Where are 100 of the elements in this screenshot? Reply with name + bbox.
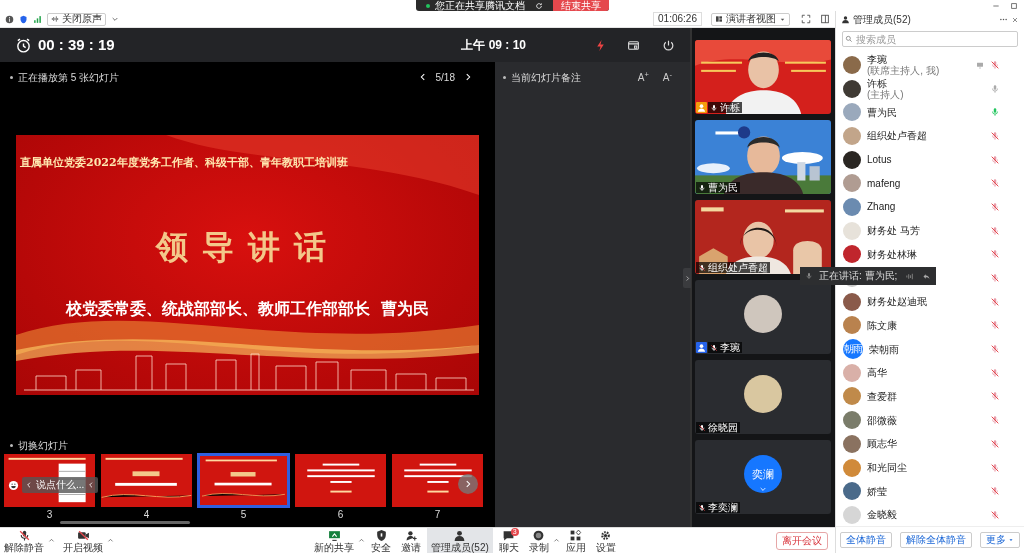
toolbar-button[interactable]: 录制 bbox=[524, 527, 553, 553]
share-status: 您正在共享腾讯文档 bbox=[434, 0, 525, 11]
record-icon bbox=[532, 528, 546, 542]
chevron-down-icon[interactable] bbox=[759, 485, 767, 493]
member-row[interactable]: 顾志华 bbox=[836, 432, 1024, 456]
shield-icon[interactable] bbox=[19, 14, 28, 24]
muted-mic-icon[interactable] bbox=[698, 263, 706, 272]
caret-icon[interactable] bbox=[358, 537, 365, 544]
chevron-left-icon[interactable] bbox=[25, 481, 33, 489]
member-row[interactable]: Lotus bbox=[836, 147, 1024, 172]
dropdown-caret-icon[interactable] bbox=[111, 15, 119, 23]
muted-mic-icon bbox=[17, 528, 31, 542]
toolbar-button[interactable]: 设置 bbox=[591, 527, 620, 553]
member-row[interactable]: 朝雨 荣朝雨 bbox=[836, 337, 1024, 361]
chat-icon bbox=[502, 528, 516, 542]
settings-icon bbox=[599, 528, 613, 542]
member-row[interactable]: 财务处赵迪珉 bbox=[836, 289, 1024, 314]
member-row[interactable]: mafeng bbox=[836, 171, 1024, 196]
muted-mic-icon[interactable] bbox=[698, 503, 706, 512]
member-row[interactable]: 组织处卢香超 bbox=[836, 124, 1024, 148]
slide-thumbnail[interactable] bbox=[294, 453, 387, 508]
slide-thumbnail[interactable] bbox=[100, 453, 193, 508]
member-row[interactable]: 和光同尘 bbox=[836, 455, 1024, 480]
view-mode-dropdown[interactable]: 演讲者视图 bbox=[711, 12, 790, 26]
member-name: 高华 bbox=[867, 367, 888, 379]
toolbar-button[interactable]: 解除静音 bbox=[0, 527, 48, 553]
font-decrease-button[interactable]: A$^{-}$ bbox=[662, 69, 672, 85]
chevron-right-icon[interactable] bbox=[463, 479, 473, 489]
chat-input[interactable]: 说点什么... bbox=[22, 477, 99, 493]
avatar bbox=[843, 174, 861, 193]
slide-thumbnail[interactable] bbox=[197, 453, 290, 508]
member-row[interactable]: 金晓毅 bbox=[836, 503, 1024, 526]
info-icon[interactable] bbox=[5, 14, 14, 24]
avatar bbox=[843, 434, 861, 453]
toolbar-button[interactable]: 邀请 bbox=[397, 527, 425, 553]
slide-header: 直属单位党委2022年度党务工作者、科级干部、青年教职工培训班 bbox=[20, 154, 348, 171]
muted-mic-icon[interactable] bbox=[698, 423, 706, 432]
toolbar-button[interactable]: 新的共享 bbox=[310, 527, 358, 553]
slide-number: 3 bbox=[46, 508, 53, 522]
member-row[interactable]: 李琬 (联席主持人, 我) bbox=[836, 53, 1024, 77]
slide-number: 7 bbox=[434, 508, 441, 522]
toolbar-button[interactable]: 开启视频 bbox=[59, 527, 107, 553]
next-slide-icon[interactable] bbox=[463, 72, 473, 82]
member-action-button[interactable]: 解除全体静音 bbox=[900, 532, 972, 548]
slide-subtitle: 校党委常委、统战部部长、教师工作部部长 曹为民 bbox=[64, 297, 431, 320]
member-row[interactable]: 许栎 (主持人) bbox=[836, 76, 1024, 101]
caret-icon[interactable] bbox=[48, 537, 55, 544]
slide-number: 6 bbox=[337, 508, 344, 522]
mic-icon[interactable] bbox=[698, 183, 706, 192]
member-name: 顾志华 bbox=[867, 438, 898, 450]
avatar bbox=[843, 150, 861, 169]
member-row[interactable]: 财务处 马芳 bbox=[836, 218, 1024, 243]
camera-off-icon bbox=[76, 528, 90, 542]
caret-icon[interactable] bbox=[552, 537, 560, 544]
slide-thumbnail[interactable] bbox=[391, 453, 484, 508]
layout-icon bbox=[715, 15, 723, 23]
toolbar-button[interactable]: 管理成员(52) bbox=[427, 527, 493, 553]
notes-label: 当前幻灯片备注 bbox=[511, 70, 581, 85]
font-increase-button[interactable]: A$^{+}$ bbox=[637, 69, 649, 85]
collapse-handle[interactable] bbox=[683, 268, 691, 288]
member-row[interactable]: 财务处林琳 bbox=[836, 242, 1024, 267]
emoji-icon[interactable] bbox=[8, 479, 19, 491]
member-row[interactable]: 高华 bbox=[836, 360, 1024, 385]
participant-label: 徐晓园 bbox=[696, 422, 740, 433]
slide-number: 4 bbox=[143, 508, 150, 522]
slide-counter: 5/18 bbox=[435, 70, 455, 85]
clock-time: 上午 09 : 10 bbox=[461, 37, 526, 54]
caret-icon[interactable] bbox=[107, 537, 114, 544]
member-name: 陈文康 bbox=[867, 319, 898, 331]
stop-sharing-button[interactable]: 结束共享 bbox=[552, 0, 609, 11]
avatar bbox=[744, 295, 782, 333]
member-row[interactable]: 曹为民 bbox=[836, 100, 1024, 125]
member-row[interactable]: 陈文康 bbox=[836, 313, 1024, 338]
avatar bbox=[843, 363, 861, 382]
member-name: 荣朝雨 bbox=[869, 343, 900, 355]
mic-icon[interactable] bbox=[710, 103, 718, 112]
person-icon bbox=[453, 528, 467, 542]
member-row[interactable]: Zhang bbox=[836, 195, 1024, 219]
member-row[interactable]: 邵微薇 bbox=[836, 408, 1024, 432]
member-action-button[interactable]: 全体静音 bbox=[840, 532, 892, 548]
audio-option-dropdown[interactable]: 关闭原声 bbox=[47, 12, 106, 26]
muted-mic-icon[interactable] bbox=[710, 343, 718, 352]
scrollbar[interactable] bbox=[60, 521, 190, 524]
leave-meeting-button[interactable]: 离开会议 bbox=[776, 531, 828, 550]
member-row[interactable]: 娇莹 bbox=[836, 479, 1024, 504]
member-row[interactable]: 查爱群 bbox=[836, 384, 1024, 409]
toolbar-button[interactable]: 安全 bbox=[367, 527, 395, 553]
close-icon[interactable] bbox=[1011, 15, 1019, 24]
more-dropdown[interactable]: 更多 bbox=[980, 532, 1020, 548]
refresh-icon[interactable] bbox=[534, 1, 543, 10]
fullscreen-icon[interactable] bbox=[801, 14, 811, 24]
participant-label: 许栎 bbox=[708, 102, 742, 113]
sidebar-icon[interactable] bbox=[820, 14, 830, 24]
toolbar-button[interactable]: 应用 bbox=[561, 527, 590, 553]
power-icon[interactable] bbox=[662, 38, 675, 52]
participant-label: 李奕澜 bbox=[696, 502, 740, 513]
search-field[interactable]: 搜索成员 bbox=[842, 31, 1018, 47]
maximize-icon[interactable] bbox=[1010, 1, 1018, 10]
window-icon[interactable] bbox=[627, 38, 640, 52]
avatar: 朝雨 bbox=[843, 339, 863, 360]
